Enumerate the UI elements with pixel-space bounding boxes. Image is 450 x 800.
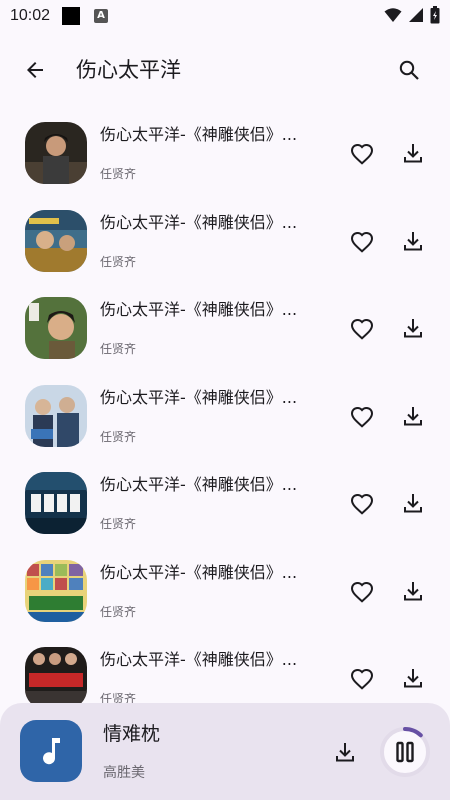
like-button[interactable] bbox=[348, 490, 376, 518]
page-title: 伤心太平洋 bbox=[76, 58, 181, 82]
heart-icon bbox=[350, 406, 374, 428]
song-title: 伤心太平洋-《神雕侠侣》... bbox=[100, 387, 298, 407]
song-artist: 任贤齐 bbox=[100, 254, 137, 269]
album-cover[interactable] bbox=[25, 559, 87, 622]
search-icon bbox=[399, 60, 419, 80]
song-artist: 任贤齐 bbox=[100, 342, 137, 356]
download-button[interactable] bbox=[400, 315, 426, 341]
album-cover[interactable] bbox=[25, 297, 87, 359]
song-artist: 任贤齐 bbox=[100, 429, 137, 444]
song-row[interactable]: 伤心太平洋-《神雕侠侣》... 任贤齐 bbox=[0, 198, 450, 286]
player-download-button[interactable] bbox=[332, 739, 358, 765]
search-button[interactable] bbox=[394, 55, 424, 85]
song-list: 伤心太平洋-《神雕侠侣》... 任贤齐 伤心太平洋-《神雕侠侣》... 任贤齐 bbox=[0, 110, 450, 723]
like-button[interactable] bbox=[348, 140, 376, 168]
heart-icon bbox=[350, 668, 374, 690]
like-button[interactable] bbox=[348, 228, 376, 256]
music-note-icon bbox=[43, 738, 60, 765]
song-artist: 任贤齐 bbox=[100, 604, 137, 619]
download-button[interactable] bbox=[400, 140, 426, 166]
heart-icon bbox=[350, 581, 374, 603]
like-button[interactable] bbox=[348, 665, 376, 693]
download-button[interactable] bbox=[400, 403, 426, 429]
album-cover[interactable] bbox=[25, 209, 87, 272]
player-cover[interactable] bbox=[20, 720, 82, 782]
song-title: 伤心太平洋-《神雕侠侣》... bbox=[100, 475, 298, 494]
notification-a-icon: A bbox=[94, 9, 109, 23]
status-bar: 10:02 A bbox=[0, 0, 450, 32]
download-button[interactable] bbox=[400, 490, 426, 516]
arrow-left-icon bbox=[27, 62, 43, 78]
download-icon bbox=[336, 743, 354, 762]
album-cover[interactable] bbox=[25, 472, 87, 534]
like-button[interactable] bbox=[348, 578, 376, 606]
mini-player[interactable]: 情难枕 高胜美 bbox=[0, 703, 450, 800]
top-app-bar: 伤心太平洋 bbox=[0, 40, 450, 100]
player-artist: 高胜美 bbox=[103, 765, 145, 781]
song-title: 伤心太平洋-《神雕侠侣》... bbox=[100, 650, 298, 669]
heart-icon bbox=[350, 143, 374, 165]
back-button[interactable] bbox=[20, 55, 50, 85]
song-row[interactable]: 伤心太平洋-《神雕侠侣》... 任贤齐 bbox=[0, 285, 450, 373]
signal-icon bbox=[409, 8, 423, 22]
song-title: 伤心太平洋-《神雕侠侣》... bbox=[100, 212, 298, 232]
song-title: 伤心太平洋-《神雕侠侣》... bbox=[100, 125, 298, 144]
heart-icon bbox=[350, 493, 374, 515]
song-row[interactable]: 伤心太平洋-《神雕侠侣》... 任贤齐 bbox=[0, 548, 450, 636]
song-row[interactable]: 伤心太平洋-《神雕侠侣》... 任贤齐 bbox=[0, 110, 450, 198]
heart-icon bbox=[350, 318, 374, 340]
like-button[interactable] bbox=[348, 315, 376, 343]
battery-icon bbox=[430, 6, 440, 24]
song-artist: 任贤齐 bbox=[100, 517, 137, 531]
like-button[interactable] bbox=[348, 403, 376, 431]
play-pause-button[interactable] bbox=[379, 726, 431, 778]
download-button[interactable] bbox=[400, 665, 426, 691]
song-artist: 任贤齐 bbox=[100, 167, 137, 181]
song-title: 伤心太平洋-《神雕侠侣》... bbox=[100, 300, 298, 319]
download-icon bbox=[404, 581, 422, 600]
download-icon bbox=[404, 144, 422, 163]
album-cover[interactable] bbox=[25, 384, 87, 447]
status-time: 10:02 bbox=[10, 7, 51, 24]
download-button[interactable] bbox=[400, 228, 426, 254]
download-button[interactable] bbox=[400, 578, 426, 604]
album-cover[interactable] bbox=[25, 647, 87, 709]
download-icon bbox=[404, 494, 422, 513]
heart-icon bbox=[350, 231, 374, 253]
notification-square-icon bbox=[62, 7, 81, 25]
player-song-title: 情难枕 bbox=[103, 723, 161, 745]
song-title: 伤心太平洋-《神雕侠侣》... bbox=[100, 562, 298, 582]
status-icons bbox=[384, 6, 440, 24]
download-icon bbox=[404, 231, 422, 250]
download-icon bbox=[404, 406, 422, 425]
song-row[interactable]: 伤心太平洋-《神雕侠侣》... 任贤齐 bbox=[0, 460, 450, 548]
download-icon bbox=[404, 669, 422, 688]
album-cover[interactable] bbox=[25, 122, 87, 184]
wifi-icon bbox=[384, 8, 402, 22]
download-icon bbox=[404, 319, 422, 338]
song-row[interactable]: 伤心太平洋-《神雕侠侣》... 任贤齐 bbox=[0, 373, 450, 461]
